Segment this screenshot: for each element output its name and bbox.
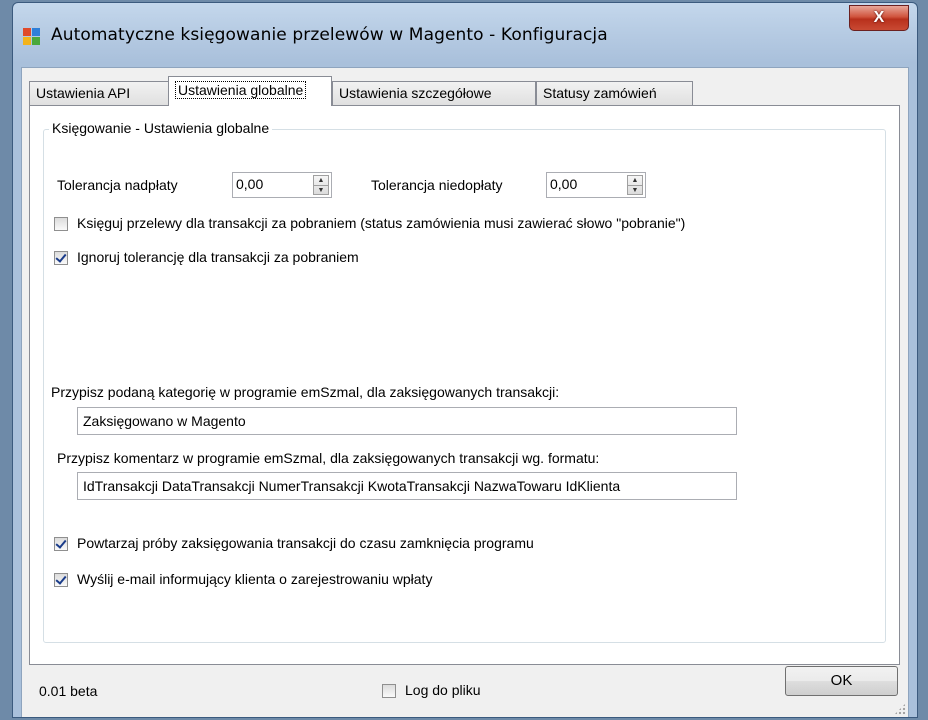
category-label: Przypisz podaną kategorię w programie em… (51, 384, 560, 400)
tab-detailed-settings[interactable]: Ustawienia szczegółowe (332, 81, 536, 105)
send-email-checkbox[interactable] (54, 573, 68, 587)
version-label: 0.01 beta (39, 683, 98, 699)
tab-panel-global: Księgowanie - Ustawienia globalne Tolera… (29, 105, 900, 665)
tab-label: Statusy zamówień (543, 85, 657, 101)
stepper-down-icon[interactable]: ▼ (628, 185, 642, 195)
send-email-label[interactable]: Wyślij e-mail informujący klienta o zare… (77, 571, 432, 587)
tab-order-statuses[interactable]: Statusy zamówień (536, 81, 693, 105)
ignore-tolerance-label[interactable]: Ignoruj tolerancję dla transakcji za pob… (77, 249, 359, 265)
resize-grip-icon[interactable] (894, 703, 906, 715)
title-bar[interactable]: Automatyczne księgowanie przelewów w Mag… (13, 3, 917, 63)
app-windows-icon (23, 28, 41, 46)
overpay-tolerance-value: 0,00 (236, 176, 264, 192)
dialog-window: Automatyczne księgowanie przelewów w Mag… (12, 2, 918, 718)
comment-format-label: Przypisz komentarz w programie emSzmal, … (57, 450, 600, 466)
tab-api-settings[interactable]: Ustawienia API (29, 81, 170, 105)
overpay-tolerance-label: Tolerancja nadpłaty (57, 177, 178, 193)
stepper-buttons[interactable]: ▲ ▼ (627, 175, 643, 195)
ok-button[interactable]: OK (785, 666, 898, 696)
tab-label: Ustawienia szczegółowe (339, 85, 492, 101)
ignore-tolerance-checkbox[interactable] (54, 251, 68, 265)
overpay-tolerance-stepper[interactable]: 0,00 ▲ ▼ (232, 172, 332, 198)
dialog-client-area: Ustawienia API Ustawienia globalne Ustaw… (21, 67, 909, 717)
tab-label: Ustawienia API (36, 85, 131, 101)
window-title: Automatyczne księgowanie przelewów w Mag… (51, 25, 608, 45)
underpay-tolerance-stepper[interactable]: 0,00 ▲ ▼ (546, 172, 646, 198)
category-input[interactable]: Zaksięgowano w Magento (77, 407, 737, 435)
retry-booking-checkbox[interactable] (54, 537, 68, 551)
groupbox-global-settings: Księgowanie - Ustawienia globalne Tolera… (43, 120, 886, 643)
underpay-tolerance-label: Tolerancja niedopłaty (371, 177, 503, 193)
tab-label: Ustawienia globalne (175, 81, 307, 99)
stepper-up-icon[interactable]: ▲ (628, 176, 642, 185)
stepper-up-icon[interactable]: ▲ (314, 176, 328, 185)
close-button[interactable]: X (849, 5, 909, 31)
cod-booking-checkbox[interactable] (54, 217, 68, 231)
groupbox-title: Księgowanie - Ustawienia globalne (49, 120, 273, 136)
cod-booking-label[interactable]: Księguj przelewy dla transakcji za pobra… (77, 215, 685, 231)
retry-booking-label[interactable]: Powtarzaj próby zaksięgowania transakcji… (77, 535, 534, 551)
log-to-file-label[interactable]: Log do pliku (405, 682, 481, 698)
log-to-file-checkbox[interactable] (382, 684, 396, 698)
comment-format-input[interactable]: IdTransakcji DataTransakcji NumerTransak… (77, 472, 737, 500)
underpay-tolerance-value: 0,00 (550, 176, 578, 192)
stepper-buttons[interactable]: ▲ ▼ (313, 175, 329, 195)
tab-global-settings[interactable]: Ustawienia globalne (168, 76, 332, 106)
stepper-down-icon[interactable]: ▼ (314, 185, 328, 195)
